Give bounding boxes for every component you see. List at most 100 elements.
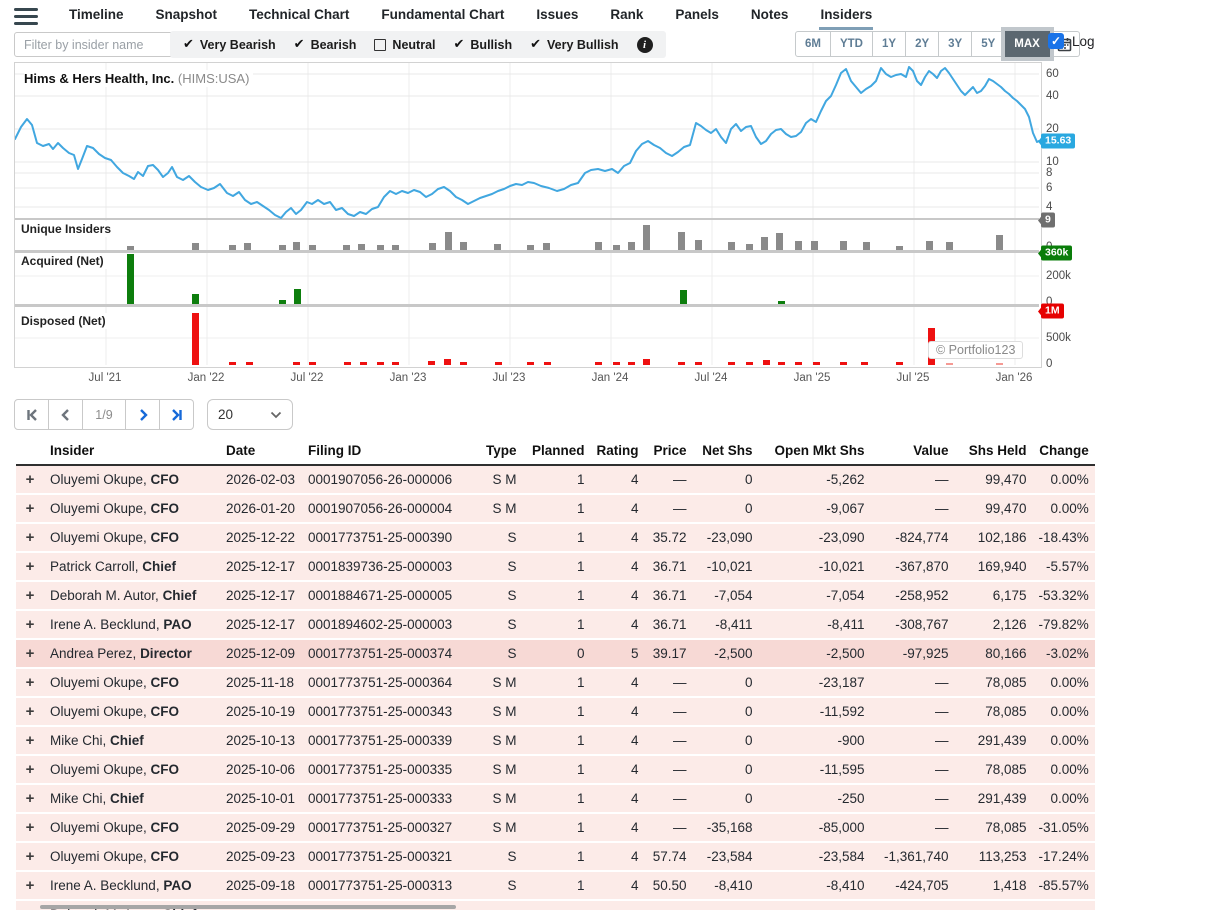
expand-row-button[interactable]: +: [26, 616, 35, 633]
column-header-held[interactable]: Shs Held: [955, 440, 1033, 465]
expand-row-button[interactable]: +: [26, 500, 35, 517]
column-header-type[interactable]: Type: [480, 440, 523, 465]
first-page-button[interactable]: [14, 399, 49, 430]
panel-label-disposed: Disposed (Net): [20, 313, 111, 329]
expand-row-button[interactable]: +: [26, 732, 35, 749]
tab-technical-chart[interactable]: Technical Chart: [248, 0, 350, 30]
cell-net: 0: [693, 697, 759, 726]
expand-row-button[interactable]: +: [26, 819, 35, 836]
insider-filter-input[interactable]: [14, 32, 176, 57]
tab-issues[interactable]: Issues: [535, 0, 579, 30]
range-3y-button[interactable]: 3Y: [939, 31, 972, 57]
cell-type: S M: [480, 697, 523, 726]
tab-timeline[interactable]: Timeline: [68, 0, 125, 30]
expand-row-button[interactable]: +: [26, 471, 35, 488]
cell-insider: Oluyemi Okupe, CFO: [44, 813, 220, 842]
tab-insiders[interactable]: Insiders: [819, 0, 873, 30]
table-row: +Mike Chi, Chief2025-10-130001773751-25-…: [16, 726, 1095, 755]
last-page-button[interactable]: [160, 399, 194, 430]
expand-row-button[interactable]: +: [26, 906, 35, 910]
next-page-button[interactable]: [126, 399, 160, 430]
expand-row-button[interactable]: +: [26, 674, 35, 691]
log-scale-toggle[interactable]: ✓ Log: [1048, 33, 1095, 49]
column-header-value[interactable]: Value: [871, 440, 955, 465]
sentiment-neutral[interactable]: Neutral: [374, 38, 435, 52]
cell-held: 1,418: [955, 871, 1033, 900]
cell-net: -35,168: [693, 813, 759, 842]
column-header-net[interactable]: Net Shs: [693, 440, 759, 465]
table-row: +Irene A. Becklund, PAO2025-09-180001773…: [16, 871, 1095, 900]
tab-notes[interactable]: Notes: [750, 0, 790, 30]
expand-row-button[interactable]: +: [26, 645, 35, 662]
tab-fundamental-chart[interactable]: Fundamental Chart: [380, 0, 505, 30]
unchecked-checkbox-icon: [374, 39, 386, 51]
column-header-planned[interactable]: Planned: [523, 440, 591, 465]
tab-snapshot[interactable]: Snapshot: [155, 0, 219, 30]
tab-panels[interactable]: Panels: [674, 0, 720, 30]
cell-price: —: [645, 784, 693, 813]
expand-row-button[interactable]: +: [26, 558, 35, 575]
cell-rating: [591, 900, 645, 910]
column-header-date[interactable]: Date: [220, 440, 302, 465]
cell-type: S: [480, 871, 523, 900]
x-axis-label: Jan '23: [390, 372, 427, 384]
column-header-open[interactable]: Open Mkt Shs: [759, 440, 871, 465]
insider-chart[interactable]: [14, 62, 1042, 368]
column-header-filing[interactable]: Filing ID: [302, 440, 480, 465]
cell-filing: 0001894602-25-000003: [302, 610, 480, 639]
cell-filing: 0001773751-25-000374: [302, 639, 480, 668]
expand-row-button[interactable]: +: [26, 587, 35, 604]
cell-price: [645, 900, 693, 910]
sentiment-label: Bearish: [311, 38, 357, 52]
column-header-change[interactable]: Change: [1033, 440, 1095, 465]
badge-arrow-icon: [1033, 306, 1042, 316]
range-max-button[interactable]: MAX: [1005, 31, 1050, 57]
table-row: +Oluyemi Okupe, CFO2026-01-200001907056-…: [16, 494, 1095, 523]
expand-row-button[interactable]: +: [26, 848, 35, 865]
range-6m-button[interactable]: 6M: [795, 31, 831, 57]
cell-insider: Oluyemi Okupe, CFO: [44, 465, 220, 494]
cell-expand: +: [16, 610, 44, 639]
range-2y-button[interactable]: 2Y: [906, 31, 939, 57]
sentiment-bearish[interactable]: ✔Bearish: [294, 38, 357, 52]
range-ytd-button[interactable]: YTD: [831, 31, 873, 57]
cell-filing: 0001907056-26-000006: [302, 465, 480, 494]
tab-rank[interactable]: Rank: [609, 0, 644, 30]
cell-price: —: [645, 726, 693, 755]
info-icon[interactable]: i: [637, 37, 653, 53]
cell-open: [759, 900, 871, 910]
log-checkbox[interactable]: ✓: [1048, 33, 1064, 49]
horizontal-scrollbar-thumb[interactable]: [40, 905, 456, 909]
column-header-price[interactable]: Price: [645, 440, 693, 465]
column-header-rating[interactable]: Rating: [591, 440, 645, 465]
cell-open: -8,410: [759, 871, 871, 900]
cell-rating: 4: [591, 523, 645, 552]
cell-planned: 1: [523, 668, 591, 697]
cell-type: S M: [480, 784, 523, 813]
checked-checkbox-icon: ✔: [183, 38, 194, 51]
expand-row-button[interactable]: +: [26, 529, 35, 546]
expand-row-button[interactable]: +: [26, 703, 35, 720]
expand-row-button[interactable]: +: [26, 761, 35, 778]
range-5y-button[interactable]: 5Y: [972, 31, 1005, 57]
expand-row-button[interactable]: +: [26, 790, 35, 807]
prev-page-button[interactable]: [49, 399, 83, 430]
page-size-select[interactable]: 20: [207, 399, 293, 430]
cell-change: 0.00%: [1033, 494, 1095, 523]
cell-planned: 1: [523, 784, 591, 813]
sentiment-very-bullish[interactable]: ✔Very Bullish: [530, 38, 618, 52]
sentiment-very-bearish[interactable]: ✔Very Bearish: [183, 38, 276, 52]
cell-change: -3.02%: [1033, 639, 1095, 668]
expand-row-button[interactable]: +: [26, 877, 35, 894]
range-1y-button[interactable]: 1Y: [873, 31, 906, 57]
cell-date: 2025-10-01: [220, 784, 302, 813]
cell-held: 102,186: [955, 523, 1033, 552]
cell-planned: [523, 900, 591, 910]
chart-canvas: [15, 63, 1039, 365]
cell-price: —: [645, 697, 693, 726]
cell-rating: 4: [591, 842, 645, 871]
hamburger-menu-icon[interactable]: [14, 8, 38, 25]
cell-type: S M: [480, 755, 523, 784]
column-header-insider[interactable]: Insider: [44, 440, 220, 465]
sentiment-bullish[interactable]: ✔Bullish: [454, 38, 513, 52]
